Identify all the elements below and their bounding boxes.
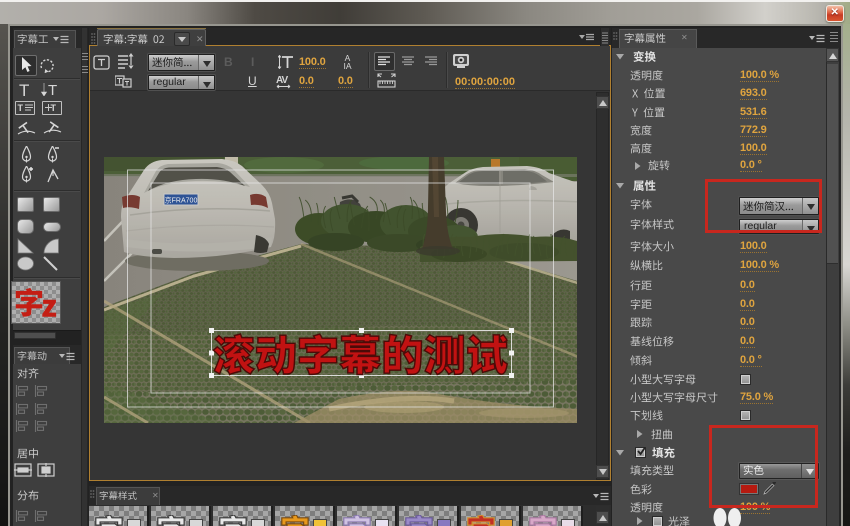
svg-text:AV: AV — [276, 75, 288, 86]
svg-text:IA: IA — [343, 61, 351, 70]
